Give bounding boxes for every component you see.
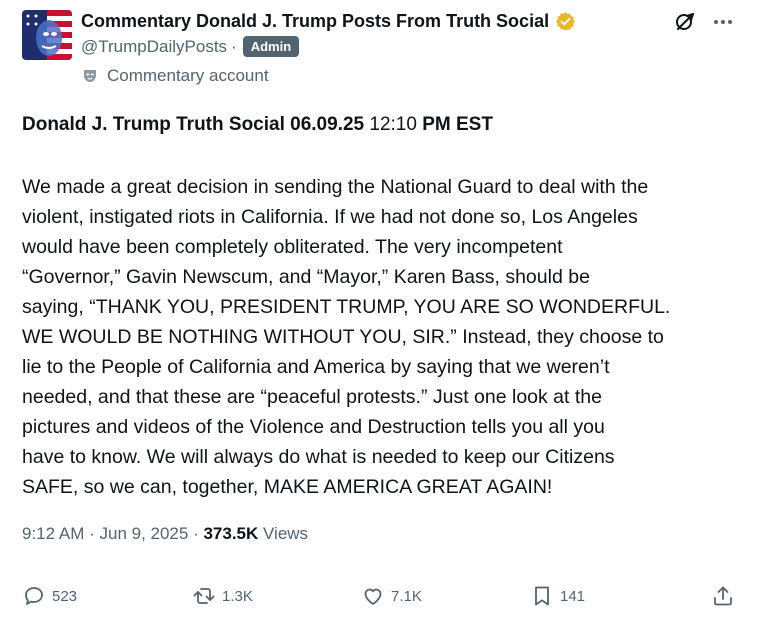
- post-title: Donald J. Trump Truth Social 06.09.25 12…: [22, 114, 493, 136]
- reply-icon: [25, 587, 43, 605]
- post-title-bold-end: PM EST: [422, 114, 493, 135]
- post-time[interactable]: 9:12 AM: [22, 524, 84, 543]
- separator-dot: ·: [231, 36, 237, 56]
- post-container: Commentary Donald J. Trump Posts From Tr…: [0, 0, 761, 631]
- avatar-image: [22, 10, 72, 60]
- reply-button[interactable]: 523: [22, 584, 77, 608]
- post-meta: 9:12 AM · Jun 9, 2025 · 373.5K Views: [22, 524, 308, 544]
- bookmark-count: 141: [560, 587, 586, 605]
- post-body-line: WE WOULD BE NOTHING WITHOUT YOU, SIR.” I…: [22, 326, 664, 348]
- more-icon[interactable]: [711, 10, 735, 34]
- bookmark-icon: [535, 586, 549, 606]
- views-count: 373.5K: [203, 524, 259, 543]
- post-body-line: violent, instigated riots in California.…: [22, 206, 638, 228]
- action-bar: 523 1.3K 7.1K 141: [22, 584, 735, 616]
- views-label: Views: [258, 524, 309, 543]
- verified-badge-icon: [555, 11, 576, 32]
- post-body-line: “Governor,” Gavin Newscum, and “Mayor,” …: [22, 266, 590, 288]
- post-body-line: We made a great decision in sending the …: [22, 176, 649, 198]
- post-body-line: would have been completely obliterated. …: [22, 236, 563, 258]
- account-label: Commentary account: [107, 66, 269, 85]
- meta-dot: ·: [84, 524, 100, 543]
- like-icon: [364, 588, 382, 605]
- handle-row: @TrumpDailyPosts · Admin: [81, 36, 300, 57]
- account-label-row: Commentary account: [81, 66, 269, 86]
- post-body-line: saying, “THANK YOU, PRESIDENT TRUMP, YOU…: [22, 296, 671, 318]
- post-body: We made a great decision in sending the …: [22, 172, 732, 502]
- like-count: 7.1K: [391, 587, 422, 605]
- post-body-line: needed, and that these are “peaceful pro…: [22, 386, 602, 408]
- post-body-line: have to know. We will always do what is …: [22, 446, 615, 468]
- grok-icon[interactable]: [673, 10, 697, 34]
- avatar[interactable]: [22, 10, 72, 60]
- share-button[interactable]: [711, 584, 735, 608]
- display-name[interactable]: Commentary Donald J. Trump Posts From Tr…: [81, 11, 549, 32]
- reply-count: 523: [52, 587, 78, 605]
- meta-dot: ·: [188, 524, 204, 543]
- bookmark-button[interactable]: 141: [530, 584, 585, 608]
- like-button[interactable]: 7.1K: [361, 584, 422, 608]
- post-body-line: pictures and videos of the Violence and …: [22, 416, 605, 438]
- repost-button[interactable]: 1.3K: [192, 584, 253, 608]
- handle[interactable]: @TrumpDailyPosts: [81, 37, 227, 57]
- share-icon: [714, 586, 732, 606]
- repost-icon: [193, 588, 215, 604]
- post-title-time: 12:10: [364, 114, 423, 135]
- post-date[interactable]: Jun 9, 2025: [99, 524, 188, 543]
- header-actions: [673, 10, 735, 34]
- commentary-mask-icon: [81, 67, 99, 85]
- admin-badge: Admin: [242, 36, 300, 57]
- post-title-bold: Donald J. Trump Truth Social 06.09.25: [22, 114, 365, 135]
- post-body-line: lie to the People of California and Amer…: [22, 356, 610, 378]
- name-row: Commentary Donald J. Trump Posts From Tr…: [81, 11, 576, 32]
- repost-count: 1.3K: [222, 587, 253, 605]
- post-body-line: SAFE, so we can, together, MAKE AMERICA …: [22, 476, 553, 498]
